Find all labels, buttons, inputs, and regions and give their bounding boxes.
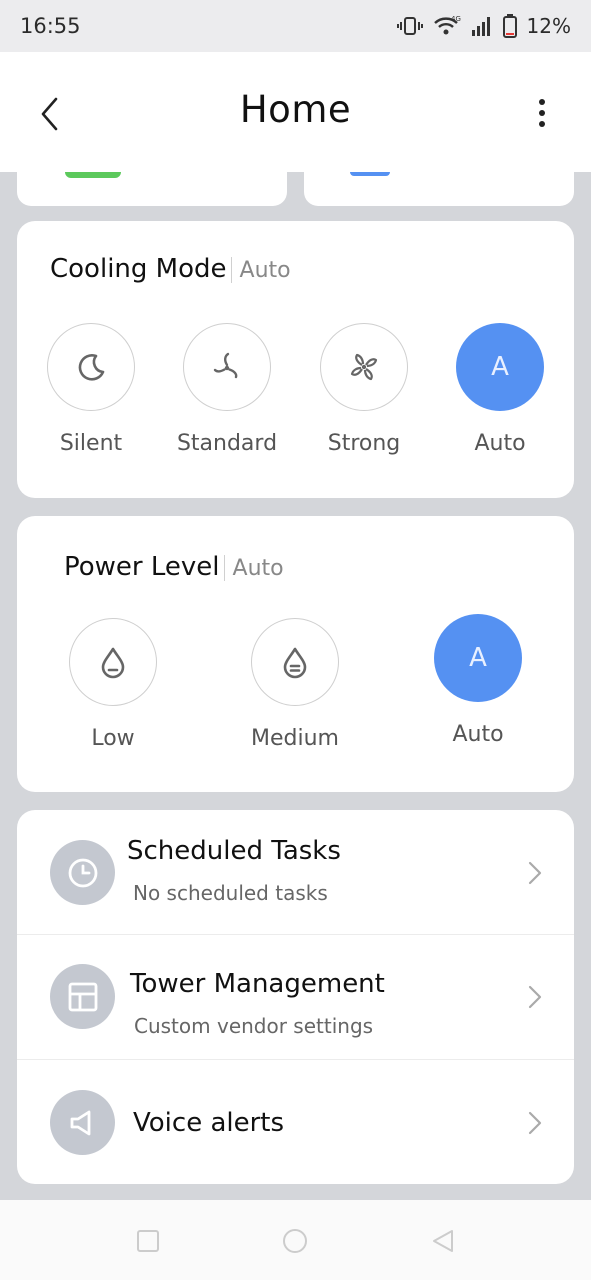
list-item-voice-alerts[interactable]: Voice alerts: [17, 1060, 574, 1184]
power-option-label: Auto: [452, 722, 504, 747]
status-indicator-green: [65, 172, 121, 178]
cooling-option-label: Silent: [59, 431, 123, 456]
title-separator: [230, 256, 232, 283]
list-item-title: Tower Management: [130, 969, 385, 999]
clock-icon: [68, 858, 97, 887]
layout-icon: [68, 982, 97, 1011]
list-item-title: Scheduled Tasks: [127, 836, 341, 866]
power-level-current: Auto: [232, 556, 284, 581]
chevron-right-icon: [528, 985, 542, 1009]
battery-fill: [505, 33, 514, 35]
drop-low-icon: [101, 647, 125, 679]
list-item-title: Voice alerts: [133, 1108, 285, 1138]
battery-icon: [502, 14, 517, 38]
scrolled-card-right[interactable]: [304, 172, 574, 206]
vibrate-icon: [396, 15, 423, 37]
power-option-medium[interactable]: Medium: [235, 618, 355, 751]
cooling-mode-card: Cooling Mode Auto Silent Standard Strong …: [17, 221, 574, 498]
power-level-card: Power Level Auto Low Medium A Auto: [17, 516, 574, 792]
cooling-option-label: Auto: [474, 431, 526, 456]
list-item-tower-management[interactable]: Tower Management Custom vendor settings: [17, 935, 574, 1059]
auto-selected-indicator: A: [434, 614, 522, 702]
power-option-low[interactable]: Low: [53, 618, 173, 751]
power-option-label: Low: [91, 726, 135, 751]
status-bar: 16:55 4G 12%: [0, 0, 591, 52]
status-indicator-blue: [350, 172, 390, 176]
title-separator: [223, 554, 225, 581]
chevron-right-icon: [528, 861, 542, 885]
system-nav-bar: [0, 1200, 591, 1280]
power-option-auto[interactable]: A Auto: [418, 614, 538, 747]
fan-icon: [213, 352, 238, 379]
scrolled-card-left[interactable]: [17, 172, 287, 206]
cooling-option-silent[interactable]: Silent: [31, 323, 151, 456]
cooling-option-label: Strong: [327, 431, 401, 456]
network-type: 4G: [451, 15, 461, 23]
cooling-option-strong[interactable]: Strong: [304, 323, 424, 456]
list-item-subtitle: No scheduled tasks: [133, 881, 328, 905]
more-vertical-icon: [539, 99, 545, 127]
cooling-mode-title: Cooling Mode: [50, 254, 227, 284]
home-icon[interactable]: [282, 1228, 308, 1254]
recent-apps-icon[interactable]: [135, 1228, 161, 1254]
page-title: Home: [239, 88, 352, 131]
fan-strong-icon: [350, 353, 378, 381]
cooling-option-standard[interactable]: Standard: [167, 323, 287, 456]
auto-selected-indicator: A: [456, 323, 544, 411]
list-item-scheduled-tasks[interactable]: Scheduled Tasks No scheduled tasks: [17, 810, 574, 934]
back-icon[interactable]: [430, 1228, 456, 1254]
drop-medium-icon: [283, 647, 307, 679]
menu-list-card: Scheduled Tasks No scheduled tasks Tower…: [17, 810, 574, 1184]
status-icons: 4G 12%: [396, 14, 571, 38]
cooling-option-auto[interactable]: A Auto: [440, 323, 560, 456]
speaker-icon: [70, 1110, 90, 1135]
chevron-right-icon: [528, 1111, 542, 1135]
moon-icon: [78, 354, 105, 381]
cooling-option-label: Standard: [176, 431, 278, 456]
wifi-icon: 4G: [433, 15, 461, 37]
signal-icon: [471, 15, 493, 37]
power-level-title: Power Level: [64, 552, 220, 582]
power-option-label: Medium: [251, 726, 339, 751]
battery-percent: 12%: [526, 14, 571, 38]
cooling-mode-current: Auto: [239, 258, 291, 283]
list-item-subtitle: Custom vendor settings: [134, 1014, 374, 1038]
app-bar: Home: [0, 52, 591, 172]
status-time: 16:55: [20, 14, 81, 38]
more-button[interactable]: [528, 96, 556, 136]
